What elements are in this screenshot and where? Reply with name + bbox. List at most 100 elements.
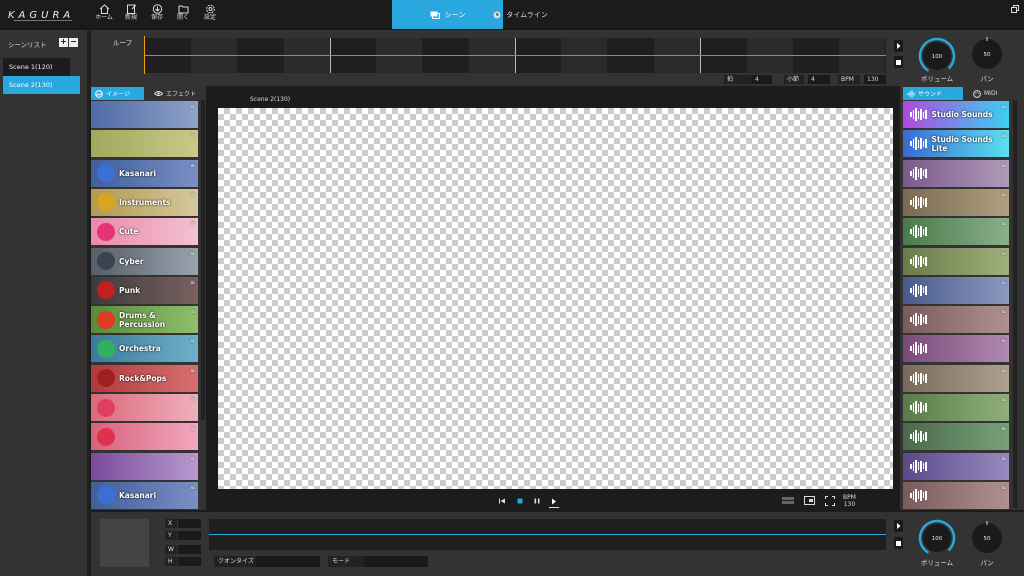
add-scene-button[interactable]: + bbox=[59, 38, 68, 47]
y-field[interactable] bbox=[178, 531, 201, 540]
menu-icon[interactable]: ≡ bbox=[1001, 484, 1006, 491]
bpm-value[interactable]: 130 bbox=[864, 75, 886, 84]
menu-icon[interactable]: ≡ bbox=[190, 103, 195, 110]
category-scrollbar[interactable] bbox=[201, 100, 205, 420]
new-button[interactable]: 新規 bbox=[120, 3, 142, 27]
scene-canvas[interactable] bbox=[218, 108, 893, 489]
menu-icon[interactable]: ≡ bbox=[1001, 396, 1006, 403]
image-category-item[interactable]: Cute ≡ bbox=[91, 218, 198, 246]
pip-icon[interactable] bbox=[804, 496, 815, 507]
image-category-item[interactable]: Orchestra ≡ bbox=[91, 335, 198, 363]
menu-icon[interactable]: ≡ bbox=[1001, 250, 1006, 257]
image-category-item[interactable]: ≡ bbox=[91, 101, 198, 128]
menu-icon[interactable]: ≡ bbox=[1001, 132, 1006, 139]
menu-icon[interactable]: ≡ bbox=[190, 337, 195, 344]
clip-pan-knob[interactable]: 50 bbox=[970, 521, 1004, 555]
menu-icon[interactable]: ≡ bbox=[190, 425, 195, 432]
sound-library-item[interactable]: ≡ bbox=[903, 218, 1009, 246]
image-category-item[interactable]: Cyber ≡ bbox=[91, 247, 198, 275]
menu-icon[interactable]: ≡ bbox=[190, 484, 195, 491]
play-button[interactable] bbox=[549, 497, 559, 511]
scene-list-item[interactable]: Scene 1(120) bbox=[3, 58, 70, 76]
image-category-item[interactable]: Drums & Percussion ≡ bbox=[91, 306, 198, 334]
sound-library-item[interactable]: ≡ bbox=[903, 306, 1009, 334]
menu-icon[interactable]: ≡ bbox=[1001, 191, 1006, 198]
image-category-item[interactable]: Kasanari ≡ bbox=[91, 159, 198, 187]
sound-library-item[interactable]: ≡ bbox=[903, 394, 1009, 421]
sound-library-item[interactable]: Studio Sounds ≡ bbox=[903, 101, 1009, 128]
home-button[interactable]: ホーム bbox=[93, 3, 115, 27]
measure-value[interactable]: 4 bbox=[808, 75, 830, 84]
sound-library-item[interactable]: ≡ bbox=[903, 247, 1009, 275]
sound-library-item[interactable]: ≡ bbox=[903, 452, 1009, 480]
tab-midi[interactable]: MIDI bbox=[969, 87, 997, 100]
tab-timeline[interactable]: タイムライン bbox=[465, 0, 576, 29]
image-category-item[interactable]: Rock&Pops ≡ bbox=[91, 364, 198, 392]
beat-value[interactable]: 4 bbox=[752, 75, 772, 84]
sound-library-item[interactable]: ≡ bbox=[903, 481, 1009, 509]
image-category-item[interactable]: Punk ≡ bbox=[91, 276, 198, 304]
window-restore-icon[interactable] bbox=[1011, 5, 1019, 15]
image-category-item[interactable]: Instruments ≡ bbox=[91, 188, 198, 216]
clip-volume-knob[interactable]: 100 bbox=[918, 519, 956, 557]
w-field[interactable] bbox=[178, 545, 201, 554]
sound-library-item[interactable]: ≡ bbox=[903, 159, 1009, 187]
menu-icon[interactable]: ≡ bbox=[1001, 337, 1006, 344]
menu-icon[interactable]: ≡ bbox=[190, 308, 195, 315]
menu-icon[interactable]: ≡ bbox=[190, 367, 195, 374]
menu-icon[interactable]: ≡ bbox=[190, 279, 195, 286]
remove-scene-button[interactable]: − bbox=[69, 38, 78, 47]
sound-library-item[interactable]: Studio Sounds Lite ≡ bbox=[903, 130, 1009, 158]
volume-knob[interactable]: 100 bbox=[918, 37, 956, 75]
menu-icon[interactable]: ≡ bbox=[190, 455, 195, 462]
sound-library-item[interactable]: ≡ bbox=[903, 364, 1009, 392]
tab-image[interactable]: イメージ bbox=[91, 87, 144, 100]
menu-icon[interactable]: ≡ bbox=[1001, 425, 1006, 432]
settings-button[interactable]: 設定 bbox=[199, 3, 221, 27]
tab-effect[interactable]: エフェクト bbox=[150, 87, 196, 100]
skip-back-button[interactable] bbox=[498, 497, 506, 507]
clip-play-button[interactable] bbox=[894, 520, 903, 532]
loop-stop-button[interactable] bbox=[894, 56, 903, 68]
pan-knob[interactable]: 50 bbox=[970, 37, 1004, 71]
sound-library-item[interactable]: ≡ bbox=[903, 276, 1009, 304]
pause-button[interactable] bbox=[533, 497, 541, 507]
grid-toggle-icon[interactable] bbox=[782, 497, 794, 507]
image-category-item[interactable]: Kasanari ≡ bbox=[91, 481, 198, 509]
image-category-item[interactable]: ≡ bbox=[91, 452, 198, 480]
quantize-select[interactable] bbox=[256, 556, 320, 567]
fullscreen-icon[interactable] bbox=[825, 496, 835, 508]
sound-library-item[interactable]: ≡ bbox=[903, 423, 1009, 451]
loop-play-button[interactable] bbox=[894, 40, 903, 52]
sound-library-item[interactable]: ≡ bbox=[903, 188, 1009, 216]
clip-stop-button[interactable] bbox=[894, 537, 903, 549]
stop-button[interactable] bbox=[516, 497, 524, 507]
h-field[interactable] bbox=[178, 557, 201, 566]
menu-icon[interactable]: ≡ bbox=[1001, 455, 1006, 462]
menu-icon[interactable]: ≡ bbox=[1001, 279, 1006, 286]
image-category-item[interactable]: ≡ bbox=[91, 423, 198, 451]
sound-scrollbar[interactable] bbox=[1013, 100, 1017, 508]
mode-select[interactable] bbox=[364, 556, 428, 567]
sound-library-item[interactable]: ≡ bbox=[903, 335, 1009, 363]
menu-icon[interactable]: ≡ bbox=[1001, 367, 1006, 374]
loop-track[interactable] bbox=[145, 38, 886, 73]
menu-icon[interactable]: ≡ bbox=[1001, 308, 1006, 315]
menu-icon[interactable]: ≡ bbox=[190, 396, 195, 403]
menu-icon[interactable]: ≡ bbox=[1001, 162, 1006, 169]
loop-start-marker[interactable] bbox=[144, 36, 145, 74]
tab-sound[interactable]: サウンド bbox=[903, 87, 963, 100]
menu-icon[interactable]: ≡ bbox=[190, 250, 195, 257]
menu-icon[interactable]: ≡ bbox=[190, 191, 195, 198]
menu-icon[interactable]: ≡ bbox=[1001, 103, 1006, 110]
image-category-item[interactable]: ≡ bbox=[91, 130, 198, 158]
save-button[interactable]: 保存 bbox=[146, 3, 168, 27]
image-category-item[interactable]: ≡ bbox=[91, 394, 198, 421]
x-field[interactable] bbox=[178, 519, 201, 528]
menu-icon[interactable]: ≡ bbox=[190, 162, 195, 169]
menu-icon[interactable]: ≡ bbox=[1001, 220, 1006, 227]
menu-icon[interactable]: ≡ bbox=[190, 220, 195, 227]
open-button[interactable]: 開く bbox=[172, 3, 194, 27]
scene-list-item-selected[interactable]: Scene 2(130) bbox=[3, 76, 80, 94]
menu-icon[interactable]: ≡ bbox=[190, 132, 195, 139]
